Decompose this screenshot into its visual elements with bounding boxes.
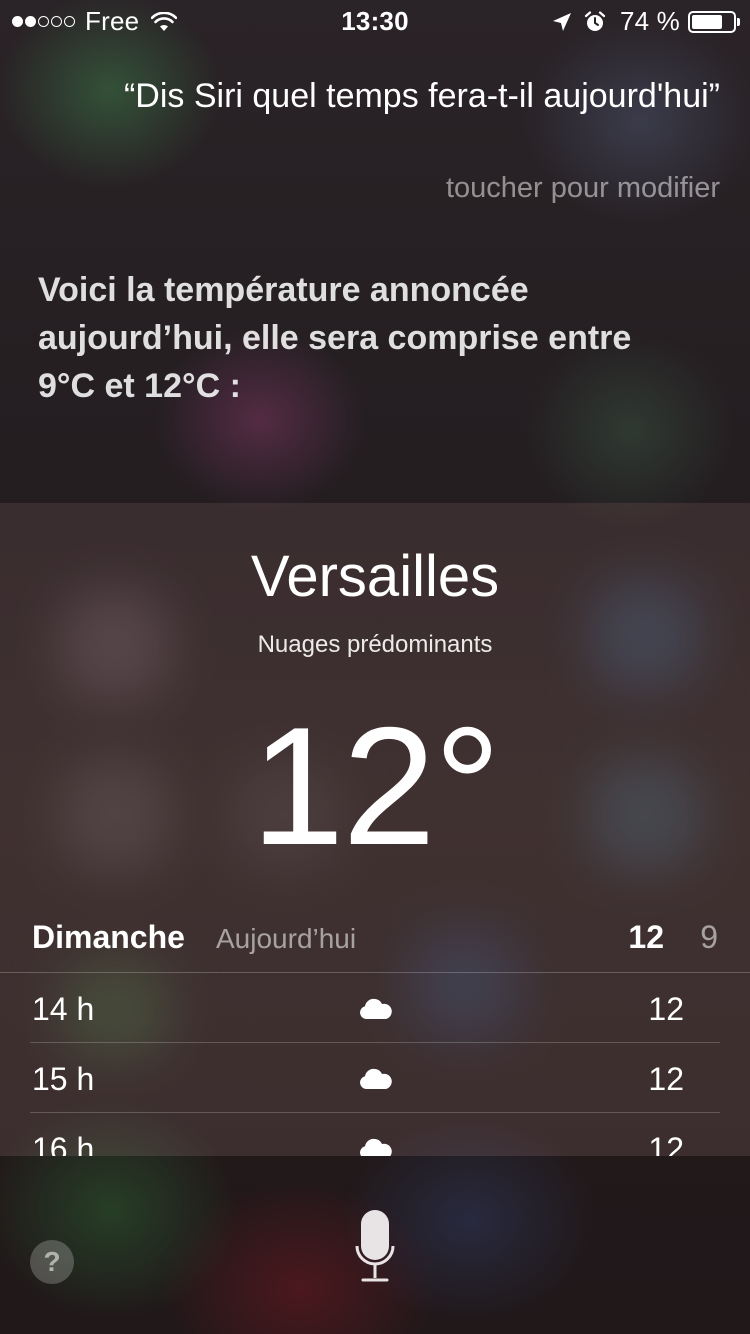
status-right: 74 % bbox=[552, 6, 740, 37]
hourly-row: 15 h 12 bbox=[0, 1043, 750, 1113]
day-high-temp: 12 bbox=[628, 919, 664, 955]
siri-query-text[interactable]: “Dis Siri quel temps fera-t-il aujourd'h… bbox=[100, 72, 720, 120]
help-button[interactable]: ? bbox=[30, 1240, 74, 1284]
day-name: Dimanche bbox=[32, 919, 185, 955]
location-arrow-icon bbox=[552, 12, 571, 31]
battery-percent: 74 % bbox=[619, 6, 680, 36]
hourly-row: 14 h 12 bbox=[0, 973, 750, 1043]
siri-answer-text: Voici la température annoncée aujourd’hu… bbox=[38, 271, 632, 405]
battery-icon bbox=[688, 10, 740, 33]
current-temperature: 12° bbox=[250, 692, 501, 880]
hour-label: 16 h bbox=[32, 1131, 95, 1156]
hourly-forecast-list[interactable]: 14 h 12 15 h 12 16 h 12 bbox=[0, 973, 750, 1156]
battery-fill bbox=[692, 14, 722, 29]
hour-temperature: 12 bbox=[648, 1131, 684, 1156]
weather-condition: Nuages prédominants bbox=[257, 631, 493, 658]
weather-city: Versailles bbox=[250, 544, 500, 609]
alarm-icon bbox=[584, 10, 606, 31]
hourly-row: 16 h 12 bbox=[0, 1113, 750, 1156]
siri-bottom-bar: ? bbox=[0, 1156, 750, 1334]
day-subtitle: Aujourd’hui bbox=[216, 923, 357, 954]
day-low-temp: 9 bbox=[700, 919, 718, 955]
hour-temperature: 12 bbox=[648, 991, 684, 1027]
tap-to-edit-hint[interactable]: toucher pour modifier bbox=[446, 172, 720, 205]
cloud-icon bbox=[360, 1068, 392, 1089]
cloud-icon bbox=[360, 1138, 392, 1156]
hour-label: 15 h bbox=[32, 1061, 95, 1097]
cloud-icon bbox=[360, 998, 392, 1019]
microphone-icon[interactable] bbox=[355, 1208, 395, 1286]
hour-label: 14 h bbox=[32, 991, 95, 1027]
weather-card[interactable]: Versailles Nuages prédominants 12° Diman… bbox=[0, 503, 750, 1156]
status-bar: Free 13:30 74 % bbox=[0, 0, 750, 40]
hour-temperature: 12 bbox=[648, 1061, 684, 1097]
day-summary-row: Dimanche Aujourd’hui 12 9 bbox=[0, 911, 750, 973]
